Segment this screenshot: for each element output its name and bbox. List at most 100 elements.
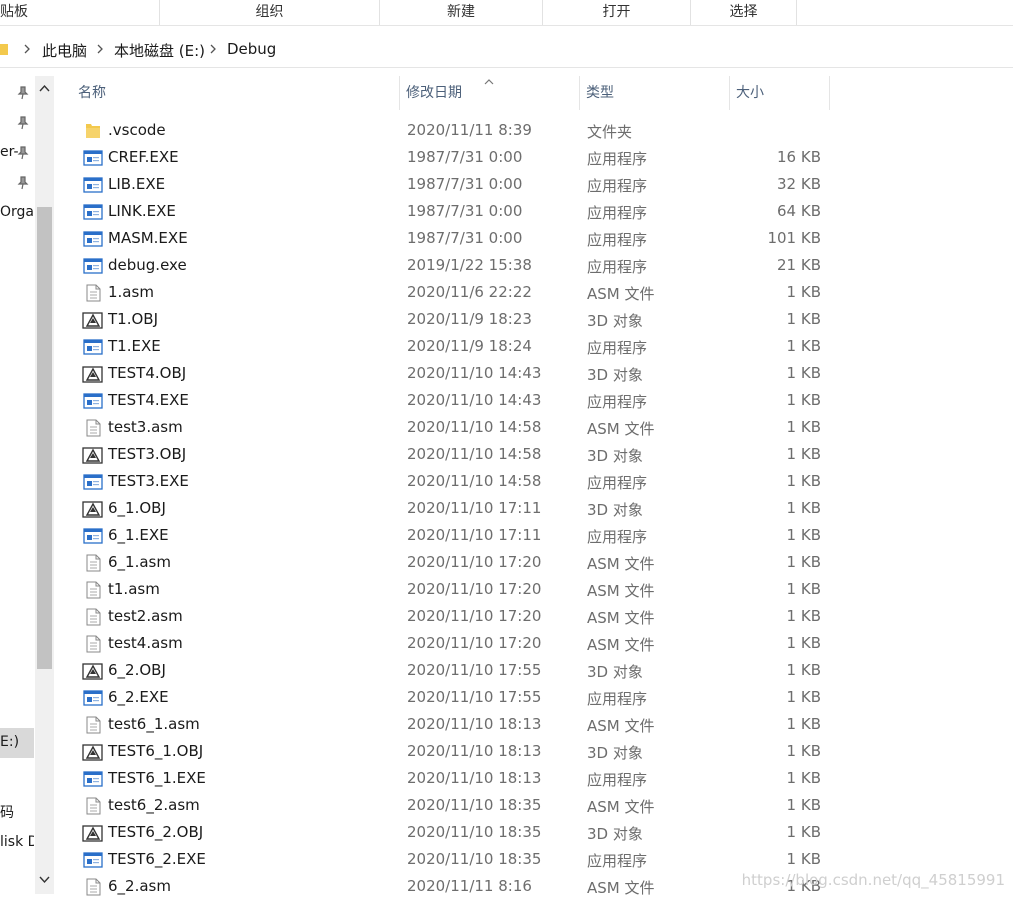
file-row[interactable]: CREF.EXE 1987/7/31 0:00 应用程序 16 KB [54, 144, 894, 171]
nav-item[interactable]: er- [0, 140, 34, 166]
file-row[interactable]: 6_1.EXE 2020/11/10 17:11 应用程序 1 KB [54, 522, 894, 549]
nav-scrollbar[interactable] [35, 76, 54, 894]
exe-icon [82, 257, 104, 275]
ribbon-group-new[interactable]: 新建 [380, 0, 543, 25]
file-name: T1.OBJ [108, 310, 158, 328]
file-row[interactable]: debug.exe 2019/1/22 15:38 应用程序 21 KB [54, 252, 894, 279]
ribbon-group-organize[interactable]: 组织 [160, 0, 380, 25]
file-name: 6_2.asm [108, 877, 171, 895]
file-row[interactable]: LINK.EXE 1987/7/31 0:00 应用程序 64 KB [54, 198, 894, 225]
column-header-size[interactable]: 大小 [730, 76, 830, 110]
file-name: TEST4.OBJ [108, 364, 187, 382]
file-row[interactable]: test3.asm 2020/11/10 14:58 ASM 文件 1 KB [54, 414, 894, 441]
file-row[interactable]: test4.asm 2020/11/10 17:20 ASM 文件 1 KB [54, 630, 894, 657]
file-type: 应用程序 [587, 150, 648, 168]
file-type: 文件夹 [587, 123, 633, 141]
chevron-right-icon[interactable] [95, 42, 105, 56]
breadcrumb-local-disk[interactable]: 本地磁盘 (E:) [114, 40, 205, 61]
chevron-right-icon[interactable] [22, 42, 32, 56]
file-type: 应用程序 [587, 690, 648, 708]
file-row[interactable]: test6_2.asm 2020/11/10 18:35 ASM 文件 1 KB [54, 792, 894, 819]
file-row[interactable]: test6_1.asm 2020/11/10 18:13 ASM 文件 1 KB [54, 711, 894, 738]
file-row[interactable]: TEST6_2.EXE 2020/11/10 18:35 应用程序 1 KB [54, 846, 894, 873]
file-row[interactable]: TEST6_1.EXE 2020/11/10 18:13 应用程序 1 KB [54, 765, 894, 792]
file-date: 2020/11/10 17:20 [407, 553, 542, 571]
file-row[interactable]: 6_2.EXE 2020/11/10 17:55 应用程序 1 KB [54, 684, 894, 711]
text-file-icon [82, 716, 104, 734]
file-row[interactable]: T1.OBJ 2020/11/9 18:23 3D 对象 1 KB [54, 306, 894, 333]
file-row[interactable]: 6_2.OBJ 2020/11/10 17:55 3D 对象 1 KB [54, 657, 894, 684]
scrollbar-thumb[interactable] [37, 207, 52, 669]
file-row[interactable]: 1.asm 2020/11/6 22:22 ASM 文件 1 KB [54, 279, 894, 306]
file-size: 16 KB [777, 148, 821, 166]
nav-item[interactable] [0, 170, 34, 196]
file-size: 64 KB [777, 202, 821, 220]
file-row[interactable]: MASM.EXE 1987/7/31 0:00 应用程序 101 KB [54, 225, 894, 252]
nav-item[interactable]: lisk D [0, 830, 34, 856]
breadcrumb-debug[interactable]: Debug [227, 40, 276, 58]
file-name: t1.asm [108, 580, 160, 598]
file-row[interactable]: TEST3.OBJ 2020/11/10 14:58 3D 对象 1 KB [54, 441, 894, 468]
nav-item[interactable] [0, 80, 34, 106]
file-name: TEST4.EXE [108, 391, 189, 409]
file-name: 6_1.asm [108, 553, 171, 571]
file-row[interactable]: .vscode 2020/11/11 8:39 文件夹 [54, 117, 894, 144]
file-date: 2020/11/11 8:39 [407, 121, 532, 139]
chevron-right-icon[interactable] [208, 42, 218, 56]
file-date: 2020/11/10 18:35 [407, 796, 542, 814]
file-size: 1 KB [786, 418, 821, 436]
column-header-label: 大小 [736, 85, 764, 101]
breadcrumb-this-pc[interactable]: 此电脑 [42, 40, 87, 61]
nav-item[interactable]: 码 [0, 798, 34, 824]
text-file-icon [82, 608, 104, 626]
ribbon-group-open[interactable]: 打开 [543, 0, 691, 25]
file-row[interactable]: LIB.EXE 1987/7/31 0:00 应用程序 32 KB [54, 171, 894, 198]
exe-icon [82, 203, 104, 221]
file-row[interactable]: 6_1.OBJ 2020/11/10 17:11 3D 对象 1 KB [54, 495, 894, 522]
file-date: 2020/11/10 17:11 [407, 526, 542, 544]
file-date: 2020/11/10 18:35 [407, 823, 542, 841]
pin-icon [17, 146, 29, 160]
file-row[interactable]: T1.EXE 2020/11/9 18:24 应用程序 1 KB [54, 333, 894, 360]
file-size: 1 KB [786, 310, 821, 328]
file-name: TEST3.OBJ [108, 445, 187, 463]
file-date: 2020/11/10 17:11 [407, 499, 542, 517]
exe-icon [82, 527, 104, 545]
file-date: 2020/11/10 18:13 [407, 742, 542, 760]
file-row[interactable]: TEST6_1.OBJ 2020/11/10 18:13 3D 对象 1 KB [54, 738, 894, 765]
nav-item[interactable]: Orga [0, 200, 34, 226]
scroll-down-icon[interactable] [38, 873, 51, 886]
file-row[interactable]: TEST4.EXE 2020/11/10 14:43 应用程序 1 KB [54, 387, 894, 414]
file-name: 6_1.EXE [108, 526, 169, 544]
obj-icon [82, 743, 104, 761]
text-file-icon [82, 284, 104, 302]
nav-item[interactable] [0, 110, 34, 136]
file-type: 应用程序 [587, 474, 648, 492]
scroll-up-icon[interactable] [38, 82, 51, 95]
file-name: 1.asm [108, 283, 154, 301]
file-date: 2020/11/10 18:13 [407, 769, 542, 787]
column-header-type[interactable]: 类型 [580, 76, 730, 110]
file-date: 2020/11/10 14:58 [407, 418, 542, 436]
file-name: .vscode [108, 121, 166, 139]
file-type: ASM 文件 [587, 636, 655, 654]
file-type: 应用程序 [587, 771, 648, 789]
exe-icon [82, 851, 104, 869]
address-bar[interactable]: 此电脑 本地磁盘 (E:) Debug [0, 32, 1013, 68]
nav-item-selected[interactable]: E:) [0, 728, 34, 758]
nav-item-label: 码 [0, 805, 14, 821]
ribbon-group-select[interactable]: 选择 [691, 0, 797, 25]
file-type: 3D 对象 [587, 744, 643, 762]
file-row[interactable]: t1.asm 2020/11/10 17:20 ASM 文件 1 KB [54, 576, 894, 603]
ribbon-group-clipboard[interactable]: 贴板 [0, 0, 160, 25]
file-type: 3D 对象 [587, 663, 643, 681]
file-row[interactable]: 6_1.asm 2020/11/10 17:20 ASM 文件 1 KB [54, 549, 894, 576]
pin-icon [17, 176, 29, 190]
nav-item-label: E:) [0, 734, 20, 750]
column-header-name[interactable]: 名称 [72, 76, 400, 110]
file-row[interactable]: TEST6_2.OBJ 2020/11/10 18:35 3D 对象 1 KB [54, 819, 894, 846]
file-row[interactable]: TEST4.OBJ 2020/11/10 14:43 3D 对象 1 KB [54, 360, 894, 387]
file-row[interactable]: TEST3.EXE 2020/11/10 14:58 应用程序 1 KB [54, 468, 894, 495]
file-row[interactable]: test2.asm 2020/11/10 17:20 ASM 文件 1 KB [54, 603, 894, 630]
file-date: 2020/11/9 18:24 [407, 337, 532, 355]
